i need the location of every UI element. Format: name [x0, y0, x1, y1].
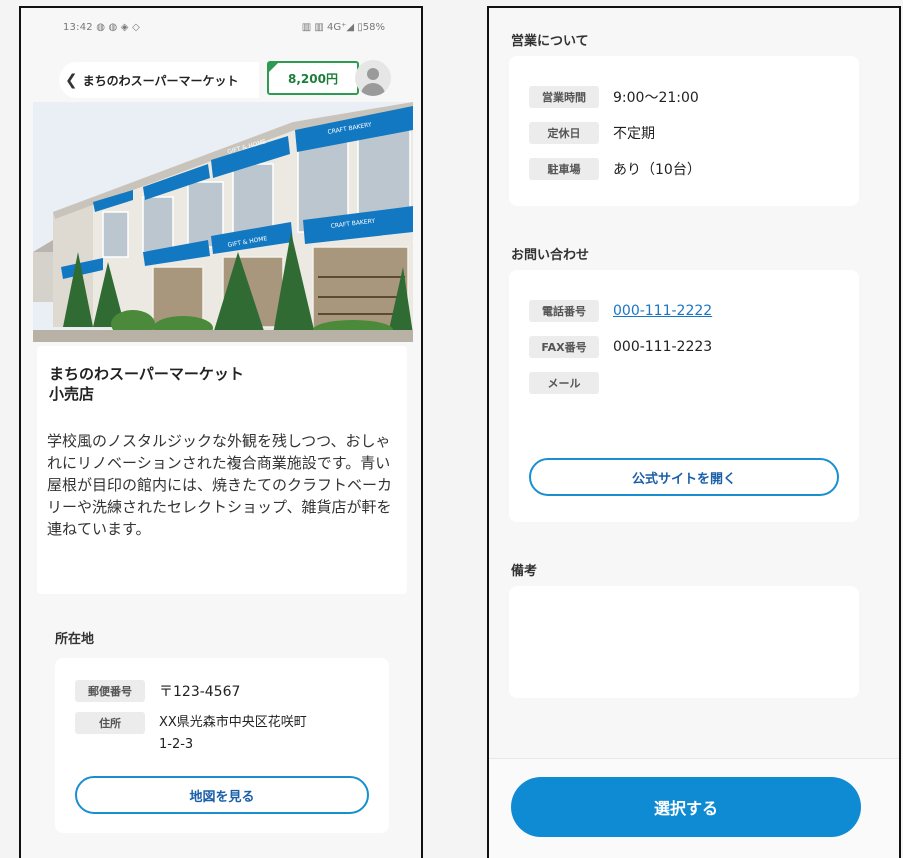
business-section-title: 営業について [511, 34, 589, 49]
phone-label: 電話番号 [529, 300, 599, 322]
status-indicators: ▥ ▥ 4G⁺◢ ▯58% [301, 22, 385, 33]
chevron-left-icon: ❮ [65, 71, 78, 89]
contact-section-title: お問い合わせ [511, 248, 590, 263]
notes-section-title: 備考 [511, 564, 538, 579]
points-corner-icon [269, 63, 278, 72]
store-building-illustration: CRAFT BAKERY CRAFT BAKERY GIFT & HOME GI… [33, 102, 413, 342]
store-info-card: まちのわスーパーマーケット 小売店 学校風のノスタルジックな外観を残しつつ、おし… [37, 346, 407, 594]
hours-row: 営業時間 9:00〜21:00 [529, 82, 849, 112]
store-detail-screen-top: 13:42 ◍ ◍ ◈ ◇ ▥ ▥ 4G⁺◢ ▯58% ❮ まちのわスーパーマー… [19, 6, 423, 858]
mail-row: メール [529, 368, 849, 398]
notes-card [509, 586, 859, 698]
address-value: XX県光森市中央区花咲町 1-2-3 [159, 712, 307, 756]
address-line2: 1-2-3 [159, 737, 194, 752]
view-map-button[interactable]: 地図を見る [75, 776, 369, 814]
business-card: 営業時間 9:00〜21:00 定休日 不定期 駐車場 あり（10台） [509, 56, 859, 206]
store-description: 学校風のノスタルジックな外観を残しつつ、おしゃれにリノベーションされた複合商業施… [47, 432, 393, 538]
fax-value: 000-111-2223 [613, 339, 713, 355]
location-card: 郵便番号 〒123-4567 住所 XX県光森市中央区花咲町 1-2-3 地図を… [55, 658, 389, 833]
holiday-label: 定休日 [529, 122, 599, 144]
parking-label: 駐車場 [529, 158, 599, 180]
location-section-title: 所在地 [55, 632, 95, 647]
store-category: 小売店 [49, 385, 95, 403]
holiday-row: 定休日 不定期 [529, 118, 849, 148]
avatar[interactable] [355, 60, 391, 96]
store-hero-image: CRAFT BAKERY CRAFT BAKERY GIFT & HOME GI… [33, 102, 413, 342]
back-button[interactable]: ❮ まちのわスーパーマーケット [59, 62, 259, 98]
hours-label: 営業時間 [529, 86, 599, 108]
parking-value: あり（10台） [613, 162, 701, 178]
avatar-head-icon [367, 68, 379, 80]
phone-row: 電話番号 000-111-2222 [529, 296, 849, 326]
status-time: 13:42 ◍ ◍ ◈ ◇ [63, 22, 140, 33]
app-header: ❮ まちのわスーパーマーケット 8,200円 [21, 58, 421, 104]
parking-row: 駐車場 あり（10台） [529, 154, 849, 184]
contact-card: 電話番号 000-111-2222 FAX番号 000-111-2223 メール… [509, 270, 859, 522]
phone-link[interactable]: 000-111-2222 [613, 303, 712, 319]
points-badge[interactable]: 8,200円 [267, 61, 359, 95]
avatar-body-icon [361, 83, 385, 96]
store-detail-screen-bottom: 営業について 営業時間 9:00〜21:00 定休日 不定期 駐車場 あり（10… [487, 6, 901, 858]
open-website-button[interactable]: 公式サイトを開く [529, 458, 839, 496]
address-row: 住所 XX県光森市中央区花咲町 1-2-3 [75, 712, 375, 752]
fax-row: FAX番号 000-111-2223 [529, 332, 849, 362]
hours-value: 9:00〜21:00 [613, 90, 699, 106]
back-button-label: まちのわスーパーマーケット [82, 73, 239, 88]
address-line1: XX県光森市中央区花咲町 [159, 715, 307, 730]
holiday-value: 不定期 [613, 126, 655, 142]
postal-row: 郵便番号 〒123-4567 [75, 676, 375, 706]
mail-label: メール [529, 372, 599, 394]
postal-value: 〒123-4567 [159, 684, 241, 700]
store-name: まちのわスーパーマーケット 小売店 [49, 364, 349, 404]
select-button[interactable]: 選択する [511, 777, 861, 837]
fax-label: FAX番号 [529, 336, 599, 358]
postal-label: 郵便番号 [75, 680, 145, 702]
store-name-line1: まちのわスーパーマーケット [49, 365, 244, 383]
status-bar: 13:42 ◍ ◍ ◈ ◇ ▥ ▥ 4G⁺◢ ▯58% [21, 8, 421, 48]
address-label: 住所 [75, 712, 145, 734]
points-value: 8,200円 [288, 71, 338, 86]
bottom-action-bar: 選択する [489, 758, 899, 858]
